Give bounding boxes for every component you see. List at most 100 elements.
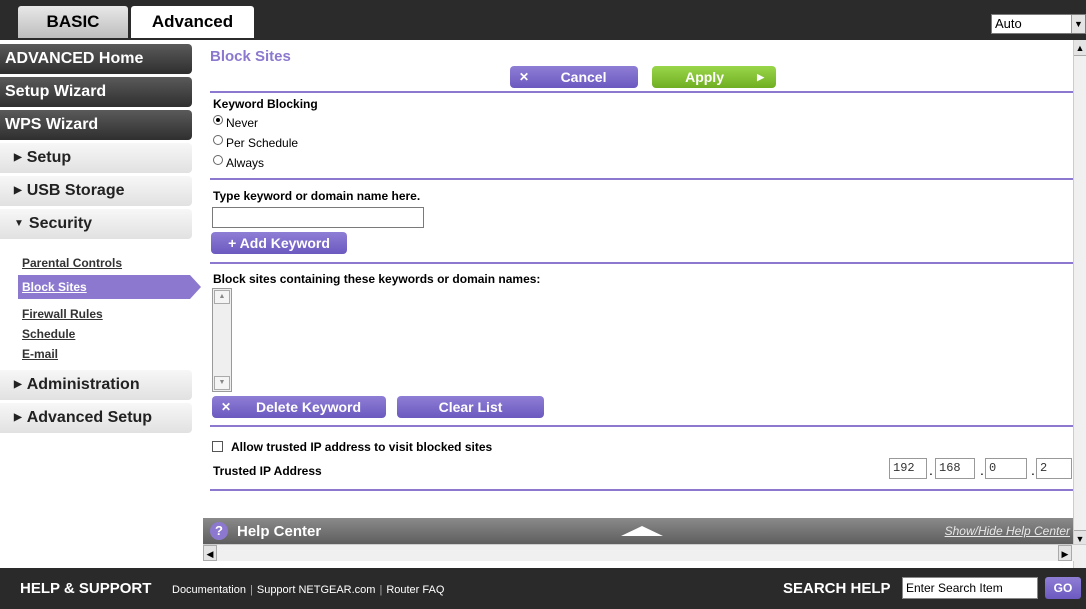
language-select[interactable]: Auto ▼ (991, 14, 1086, 34)
search-input[interactable]: Enter Search Item (902, 577, 1038, 599)
allow-trusted-checkbox[interactable] (212, 441, 223, 452)
radio-button[interactable] (213, 135, 223, 145)
clear-list-button[interactable]: Clear List (397, 396, 544, 418)
apply-button-label: Apply (685, 69, 724, 85)
tab-basic[interactable]: BASIC (18, 6, 128, 38)
keyword-input[interactable] (212, 207, 424, 228)
sidebar-item-label: Setup (26, 149, 72, 166)
add-keyword-button-label: + Add Keyword (228, 235, 330, 251)
sidebar-item-label: USB Storage (26, 182, 125, 199)
scroll-left-icon[interactable]: ◀ (203, 545, 217, 561)
radio-never[interactable]: Never (213, 115, 259, 130)
ip-separator: . (1031, 462, 1035, 478)
sidebar-item-label: WPS Wizard (5, 116, 99, 133)
triangle-right-icon: ▶ (14, 412, 22, 423)
sidebar-item-setup-wizard[interactable]: Setup Wizard (0, 77, 192, 107)
add-keyword-button[interactable]: + Add Keyword (211, 232, 347, 254)
close-icon: ✕ (221, 400, 232, 414)
sidebar-item-wps-wizard[interactable]: WPS Wizard (0, 110, 192, 140)
trusted-ip-octet-3[interactable]: 0 (985, 458, 1027, 479)
trusted-ip-octet-2[interactable]: 168 (935, 458, 975, 479)
delete-keyword-button-label: Delete Keyword (256, 399, 362, 415)
sidebar-subitem-label: Block Sites (22, 280, 87, 294)
sidebar-item-label: Security (28, 215, 93, 232)
support-netgear-link[interactable]: Support NETGEAR.com (257, 584, 376, 596)
allow-trusted-label: Allow trusted IP address to visit blocke… (231, 440, 493, 454)
sidebar-item-advanced-home[interactable]: ADVANCED Home (0, 44, 192, 74)
footer-links: Documentation | Support NETGEAR.com | Router… (172, 584, 444, 596)
play-arrow-icon: ▶ (757, 71, 764, 82)
sidebar-item-administration[interactable]: ▶ Administration (0, 370, 192, 400)
cancel-button-label: Cancel (560, 69, 607, 85)
page-title: Block Sites (210, 48, 291, 65)
scroll-up-icon[interactable]: ▲ (1074, 40, 1086, 56)
sidebar-item-label: ADVANCED Home (5, 50, 144, 67)
divider (210, 425, 1073, 427)
close-icon: ✕ (519, 70, 530, 84)
delete-keyword-button[interactable]: ✕ Delete Keyword (212, 396, 386, 418)
search-help-title: SEARCH HELP (783, 580, 891, 597)
trusted-ip-label: Trusted IP Address (213, 464, 322, 478)
ip-separator: . (980, 462, 984, 478)
help-center-title: Help Center (237, 523, 322, 540)
show-hide-help-link[interactable]: Show/Hide Help Center (945, 524, 1070, 538)
main-content: Block Sites ✕ Cancel Apply ▶ Keyword Blo… (203, 40, 1073, 518)
divider (210, 489, 1073, 491)
block-list-label: Block sites containing these keywords or… (213, 272, 541, 286)
link-separator: | (379, 584, 383, 596)
triangle-down-icon: ▼ (14, 218, 24, 229)
sidebar-item-security[interactable]: ▼ Security (0, 209, 192, 239)
radio-label: Never (226, 116, 259, 130)
triangle-right-icon: ▶ (14, 152, 22, 163)
vertical-scrollbar[interactable]: ▲ ▼ (1073, 40, 1086, 568)
trusted-ip-octet-4[interactable]: 2 (1036, 458, 1072, 479)
radio-button-checked[interactable] (213, 115, 223, 125)
sidebar-item-usb-storage[interactable]: ▶ USB Storage (0, 176, 192, 206)
router-faq-link[interactable]: Router FAQ (386, 584, 444, 596)
radio-always[interactable]: Always (213, 155, 265, 170)
sidebar-item-setup[interactable]: ▶ Setup (0, 143, 192, 173)
blocked-keywords-list[interactable]: ▲ ▼ (212, 288, 232, 392)
help-support-title: HELP & SUPPORT (20, 580, 152, 597)
scroll-up-icon[interactable]: ▲ (214, 290, 230, 304)
sidebar-subitem-firewall-rules[interactable]: Firewall Rules (22, 307, 103, 321)
divider (210, 262, 1073, 264)
sidebar-item-advanced-setup[interactable]: ▶ Advanced Setup (0, 403, 192, 433)
sidebar-item-label: Advanced Setup (26, 409, 153, 426)
radio-label: Per Schedule (226, 136, 299, 150)
radio-label: Always (226, 156, 265, 170)
scroll-down-icon[interactable]: ▼ (214, 376, 230, 390)
sidebar-subitem-parental-controls[interactable]: Parental Controls (22, 256, 122, 270)
keyword-blocking-label: Keyword Blocking (213, 97, 318, 111)
clear-list-button-label: Clear List (438, 399, 503, 415)
documentation-link[interactable]: Documentation (172, 584, 246, 596)
divider (210, 178, 1073, 180)
trusted-ip-octet-1[interactable]: 192 (889, 458, 927, 479)
cancel-button[interactable]: ✕ Cancel (510, 66, 638, 88)
sidebar: ADVANCED Home Setup Wizard WPS Wizard ▶ S… (0, 40, 203, 568)
footer: HELP & SUPPORT Documentation | Support NET… (0, 568, 1086, 609)
chevron-down-icon[interactable]: ▼ (1071, 15, 1085, 33)
top-bar: BASIC Advanced Auto ▼ (0, 0, 1086, 40)
ip-separator: . (929, 462, 933, 478)
scroll-right-icon[interactable]: ▶ (1058, 545, 1072, 561)
tab-basic-label: BASIC (46, 12, 100, 31)
go-button[interactable]: GO (1045, 577, 1081, 599)
radio-button[interactable] (213, 155, 223, 165)
triangle-right-icon: ▶ (14, 185, 22, 196)
sidebar-subitem-block-sites[interactable]: Block Sites (18, 275, 201, 299)
triangle-right-icon: ▶ (14, 379, 22, 390)
apply-button[interactable]: Apply ▶ (652, 66, 776, 88)
tab-advanced-label: Advanced (151, 12, 234, 31)
expand-up-icon[interactable] (621, 526, 663, 536)
tab-advanced[interactable]: Advanced (131, 6, 254, 38)
sidebar-subitem-schedule[interactable]: Schedule (22, 327, 75, 341)
link-separator: | (250, 584, 253, 596)
radio-per-schedule[interactable]: Per Schedule (213, 135, 299, 150)
keyword-prompt-label: Type keyword or domain name here. (213, 189, 421, 203)
help-center-bar[interactable]: ? Help Center Show/Hide Help Center (203, 518, 1073, 544)
language-select-value: Auto (995, 16, 1022, 31)
sidebar-item-label: Administration (26, 376, 140, 393)
horizontal-scrollbar[interactable]: ◀ ▶ (203, 544, 1086, 561)
sidebar-subitem-email[interactable]: E-mail (22, 347, 58, 361)
